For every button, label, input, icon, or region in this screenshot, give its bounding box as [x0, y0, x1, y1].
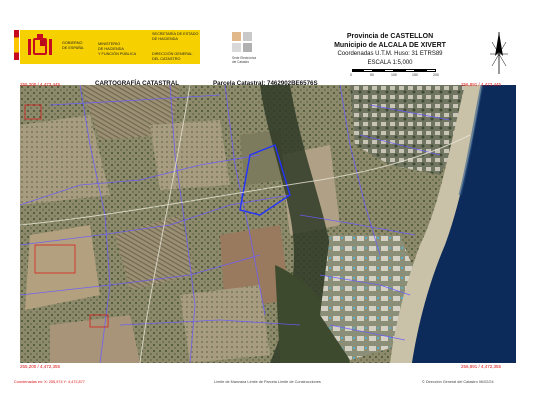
north-arrow-icon [490, 32, 508, 74]
footer-legend: Límite de Manzana Límite de Parcela Lími… [214, 380, 321, 384]
aerial-map[interactable] [20, 85, 516, 363]
coat-of-arms-icon [28, 34, 52, 55]
corner-coordinate-bottom-left: 255,200 / 4,472,355 [20, 364, 61, 369]
corner-coordinate-top-right: 256,891 / 4,473,445 [461, 82, 502, 87]
corner-coordinate-bottom-right: 256,891 / 4,472,355 [461, 364, 502, 369]
catastro-logo-icon [232, 32, 254, 54]
scale-tick-label: 100 [391, 73, 397, 77]
corner-coordinate-top-left: 255,200 / 4,473,445 [20, 82, 61, 87]
scale-tick-label: 200 [433, 73, 439, 77]
field-patch [150, 120, 230, 190]
spain-flag-strip [14, 30, 19, 60]
scale-tick-label: 50 [370, 73, 374, 77]
aerial-map-canvas [20, 85, 516, 363]
catastro-label: Sede Electrónica del Catastro [232, 56, 257, 64]
map-scale-text: ESCALA 1:5,000 [367, 60, 413, 66]
gov-direccion-text: DIRECCIÓN GENERAL DEL CATASTRO [152, 52, 193, 61]
scale-tick-label: 150 [412, 73, 418, 77]
header: GOBIERNO DE ESPAÑA MINISTERIO DE HACIENDA Y… [0, 0, 550, 92]
gov-ministry-text: MINISTERIO DE HACIENDA Y FUNCIÓN PÚBLICA [98, 42, 137, 56]
field-patch [25, 225, 100, 310]
gov-secretaria-text: SECRETARÍA DE ESTADO DE HACIENDA [152, 32, 199, 41]
scale-tick-label: 0 [350, 73, 352, 77]
coordinate-system: Coordenadas U.T.M. Huso: 31 ETRS89 [337, 51, 443, 57]
province-title: Provincia de CASTELLON [346, 33, 434, 40]
footer-credit: © Dirección General del Catastro 06/02/2… [422, 380, 494, 384]
gov-left-text: GOBIERNO DE ESPAÑA [62, 41, 84, 50]
footer-coordinates: Coordenadas en: X: 255,974 Y: 4,472,877 [14, 380, 85, 384]
municipality-title: Municipio de ALCALA DE XIVERT [334, 42, 446, 49]
